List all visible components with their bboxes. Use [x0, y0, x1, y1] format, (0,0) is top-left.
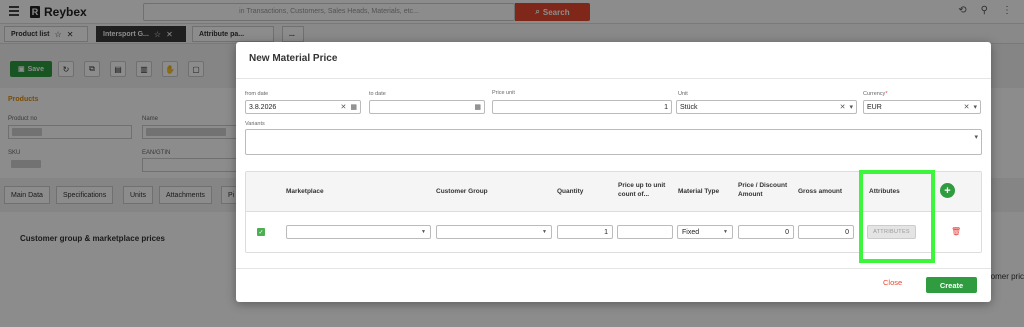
- unit-value: Stück: [680, 103, 698, 111]
- from-date-value: 3.8.2026: [249, 103, 277, 111]
- currency-label: Currency*: [863, 91, 887, 97]
- quantity-value: 1: [604, 228, 608, 236]
- material-type-select[interactable]: Fixed ▼: [677, 225, 733, 239]
- clear-icon[interactable]: ✕: [341, 103, 347, 111]
- col-marketplace: Marketplace: [286, 188, 324, 195]
- close-button[interactable]: Close: [883, 278, 902, 287]
- price-unit-field[interactable]: 1: [492, 100, 672, 114]
- variants-label: Variants: [245, 121, 265, 127]
- chevron-down-icon[interactable]: ▼: [723, 229, 728, 235]
- from-date-label: from date: [245, 91, 269, 97]
- row-checkbox[interactable]: ✓: [257, 228, 265, 236]
- add-row-button[interactable]: +: [940, 183, 955, 198]
- currency-label-text: Currency: [863, 91, 886, 97]
- clear-icon[interactable]: ✕: [840, 103, 846, 111]
- variants-select[interactable]: ▾: [245, 129, 982, 155]
- material-type-value: Fixed: [682, 228, 700, 236]
- chevron-down-icon[interactable]: ▼: [542, 229, 547, 235]
- to-date-field[interactable]: ▦: [369, 100, 485, 114]
- divider: [236, 78, 991, 79]
- unit-select[interactable]: Stück ✕ ▾: [676, 100, 857, 114]
- price-discount-value: 0: [785, 228, 789, 236]
- currency-value: EUR: [867, 103, 882, 111]
- unit-label: Unit: [678, 91, 688, 97]
- calendar-icon[interactable]: ▦: [350, 103, 357, 111]
- from-date-field[interactable]: 3.8.2026 ✕ ▦: [245, 100, 361, 114]
- col-customer-group: Customer Group: [436, 188, 488, 195]
- price-unit-label: Price unit: [492, 90, 515, 96]
- price-unit-value: 1: [664, 103, 668, 111]
- divider: [236, 268, 991, 269]
- col-price-up-to: Price up to unit count of...: [618, 182, 666, 198]
- create-button[interactable]: Create: [926, 277, 977, 293]
- chevron-down-icon[interactable]: ▼: [421, 229, 426, 235]
- calendar-icon[interactable]: ▦: [474, 103, 481, 111]
- col-gross-amount: Gross amount: [798, 188, 843, 195]
- gross-amount-input[interactable]: 0: [798, 225, 854, 239]
- col-price-discount: Price / Discount Amount: [738, 182, 788, 198]
- quantity-input[interactable]: 1: [557, 225, 613, 239]
- chevron-down-icon[interactable]: ▾: [849, 103, 853, 111]
- chevron-down-icon[interactable]: ▾: [974, 133, 978, 141]
- col-material-type: Material Type: [678, 188, 720, 195]
- marketplace-select[interactable]: ▼: [286, 225, 431, 239]
- col-quantity: Quantity: [557, 188, 584, 195]
- new-material-price-dialog: New Material Price from date 3.8.2026 ✕ …: [236, 42, 991, 302]
- required-mark: *: [885, 91, 888, 97]
- to-date-label: to date: [369, 91, 386, 97]
- trash-icon[interactable]: 🗑: [951, 227, 961, 236]
- plus-icon: +: [944, 184, 951, 197]
- price-discount-input[interactable]: 0: [738, 225, 794, 239]
- dialog-title: New Material Price: [249, 53, 338, 64]
- customer-group-select[interactable]: ▼: [436, 225, 552, 239]
- gross-amount-value: 0: [845, 228, 849, 236]
- clear-icon[interactable]: ✕: [964, 103, 970, 111]
- chevron-down-icon[interactable]: ▾: [973, 103, 977, 111]
- price-up-to-input[interactable]: [617, 225, 673, 239]
- currency-select[interactable]: EUR ✕ ▾: [863, 100, 981, 114]
- attributes-highlight-box: [859, 170, 935, 263]
